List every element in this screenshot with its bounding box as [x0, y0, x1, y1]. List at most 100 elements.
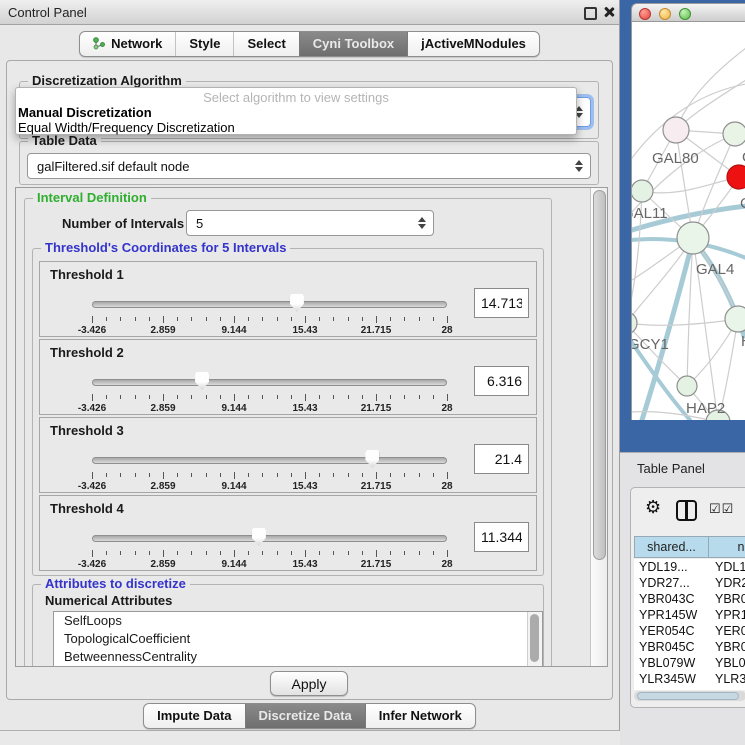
float-window-icon[interactable] — [584, 7, 597, 20]
cell-name[interactable]: YBR0 — [709, 591, 745, 607]
table-row[interactable]: YDR27...YDR2 — [634, 575, 745, 591]
threshold-3-slider[interactable]: -3.4262.8599.14415.4321.71528 — [92, 450, 447, 492]
network-edge[interactable] — [642, 177, 739, 193]
cell-name[interactable]: YBR0 — [709, 639, 745, 655]
tick-label: 9.144 — [221, 403, 246, 414]
node-label: GAL80 — [652, 150, 699, 167]
close-icon[interactable] — [603, 6, 615, 18]
network-edge[interactable] — [693, 134, 735, 238]
cell-name[interactable]: YER0 — [709, 623, 745, 639]
threshold-2-slider[interactable]: -3.4262.8599.14415.4321.71528 — [92, 372, 447, 414]
apply-button[interactable]: Apply — [270, 671, 348, 696]
slider-track[interactable] — [92, 301, 447, 308]
tick-label: 9.144 — [221, 481, 246, 492]
tab-style[interactable]: Style — [175, 32, 233, 56]
zoom-traffic-light[interactable] — [679, 8, 691, 20]
cell-shared-name[interactable]: YLR345W — [634, 671, 709, 687]
tab-cyni-toolbox[interactable]: Cyni Toolbox — [299, 32, 407, 56]
cell-name[interactable]: YBL0 — [709, 655, 745, 671]
slider-track[interactable] — [92, 457, 447, 464]
network-node[interactable] — [677, 376, 697, 396]
column-header-shared-name[interactable]: shared... — [634, 536, 709, 558]
table-row[interactable]: YBL079WYBL0 — [634, 655, 745, 671]
network-node[interactable] — [723, 122, 745, 146]
table-row[interactable]: YIL052CYIL0 — [634, 687, 745, 690]
attributes-scrollbar-thumb[interactable] — [530, 614, 539, 662]
column-header-name[interactable]: na — [709, 536, 745, 558]
threshold-4-value-field[interactable] — [474, 522, 529, 552]
cell-name[interactable]: YIL0 — [709, 687, 745, 690]
tab-select[interactable]: Select — [233, 32, 298, 56]
tab-infer-network[interactable]: Infer Network — [365, 704, 475, 728]
table-horizontal-scrollbar[interactable] — [634, 691, 745, 701]
tick-label: 9.144 — [221, 325, 246, 336]
settings-vertical-scrollbar[interactable] — [590, 188, 607, 666]
table-scrollbar-thumb[interactable] — [637, 692, 739, 700]
attributes-group: Attributes to discretize Numerical Attri… — [32, 584, 544, 667]
table-row[interactable]: YLR345WYLR3 — [634, 671, 745, 687]
slider-handle[interactable] — [195, 372, 209, 390]
slider-handle[interactable] — [365, 450, 379, 468]
table-row[interactable]: YBR043CYBR0 — [634, 591, 745, 607]
network-edge[interactable] — [632, 84, 745, 158]
network-edge[interactable] — [632, 319, 738, 325]
attribute-list-item[interactable]: TopologicalCoefficient — [54, 630, 542, 648]
network-node[interactable] — [677, 222, 709, 254]
tab-discretize-data[interactable]: Discretize Data — [245, 704, 365, 728]
network-node[interactable] — [727, 165, 745, 189]
numerical-attributes-list[interactable]: SelfLoopsTopologicalCoefficientBetweenne… — [53, 611, 543, 667]
slider-track[interactable] — [92, 535, 447, 542]
tab-jactivemnodules[interactable]: jActiveMNodules — [407, 32, 539, 56]
select-columns-icon[interactable]: ☑☑ — [709, 501, 734, 517]
slider-handle[interactable] — [290, 294, 304, 312]
table-row[interactable]: YER054CYER0 — [634, 623, 745, 639]
cell-shared-name[interactable]: YDR27... — [634, 575, 709, 591]
gear-icon[interactable]: ⚙ — [645, 498, 661, 516]
cell-shared-name[interactable]: YBL079W — [634, 655, 709, 671]
cell-name[interactable]: YDL1 — [709, 559, 745, 575]
close-traffic-light[interactable] — [639, 8, 651, 20]
slider-handle[interactable] — [252, 528, 266, 546]
table-row[interactable]: YBR045CYBR0 — [634, 639, 745, 655]
minimize-traffic-light[interactable] — [659, 8, 671, 20]
attribute-list-item[interactable]: BetweennessCentrality — [54, 648, 542, 666]
cell-shared-name[interactable]: YIL052C — [634, 687, 709, 690]
threshold-1-value-field[interactable] — [474, 288, 529, 318]
cell-shared-name[interactable]: YBR043C — [634, 591, 709, 607]
threshold-3-value-field[interactable] — [474, 444, 529, 474]
tick-minor — [277, 551, 278, 555]
algorithm-option-manual[interactable]: Manual Discretization — [16, 105, 576, 120]
columns-icon[interactable] — [676, 500, 697, 521]
slider-track[interactable] — [92, 379, 447, 386]
network-node[interactable] — [632, 312, 637, 334]
network-node[interactable] — [632, 180, 653, 202]
threshold-4-slider[interactable]: -3.4262.8599.14415.4321.71528 — [92, 528, 447, 570]
tick-major — [447, 472, 448, 479]
network-node[interactable] — [663, 117, 689, 143]
table-row[interactable]: YDL19...YDL1 — [634, 559, 745, 575]
attributes-list-scrollbar[interactable] — [527, 612, 542, 667]
network-canvas[interactable]: GAL80GACGAL11GAL4GCY1HHAP2 — [631, 22, 745, 420]
settings-scrollbar-thumb[interactable] — [593, 190, 606, 560]
algorithm-placeholder-option[interactable]: Select algorithm to view settings — [16, 88, 576, 105]
network-edge[interactable] — [676, 48, 745, 130]
tick-label: 28 — [441, 325, 452, 336]
tab-network[interactable]: Network — [80, 32, 175, 56]
table-header-row: shared... na — [634, 536, 745, 558]
cell-shared-name[interactable]: YBR045C — [634, 639, 709, 655]
table-row[interactable]: YPR145WYPR1 — [634, 607, 745, 623]
network-node[interactable] — [725, 306, 745, 332]
cell-name[interactable]: YLR3 — [709, 671, 745, 687]
cell-name[interactable]: YPR1 — [709, 607, 745, 623]
cell-shared-name[interactable]: YPR145W — [634, 607, 709, 623]
cell-name[interactable]: YDR2 — [709, 575, 745, 591]
number-of-intervals-combobox[interactable]: 5 — [186, 210, 434, 236]
table-data-combobox[interactable]: galFiltered.sif default node — [27, 153, 591, 179]
cell-shared-name[interactable]: YER054C — [634, 623, 709, 639]
attribute-list-item[interactable]: SelfLoops — [54, 612, 542, 630]
threshold-1-slider[interactable]: -3.4262.8599.14415.4321.71528 — [92, 294, 447, 336]
cell-shared-name[interactable]: YDL19... — [634, 559, 709, 575]
threshold-2-value-field[interactable] — [474, 366, 529, 396]
algorithm-option-equal-width[interactable]: Equal Width/Frequency Discretization — [16, 120, 576, 135]
tab-impute-data[interactable]: Impute Data — [144, 704, 244, 728]
